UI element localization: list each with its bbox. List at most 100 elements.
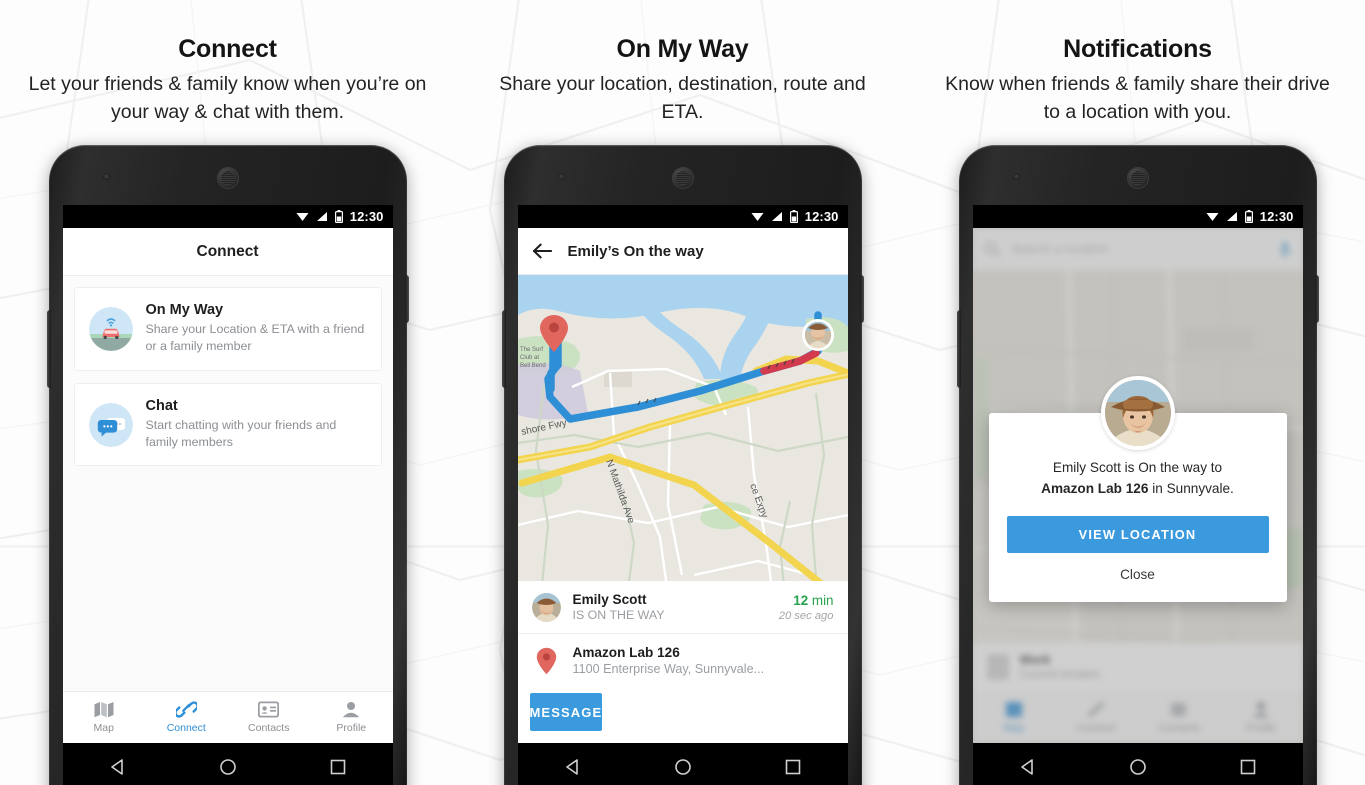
tab-label: Profile: [336, 722, 367, 734]
list-item-title: On My Way: [145, 302, 224, 318]
contact-card-icon: [258, 701, 280, 718]
close-button[interactable]: Close: [1007, 567, 1269, 582]
caption-connect: Connect Let your friends & family know w…: [0, 34, 455, 127]
android-nav-bar: [62, 743, 393, 785]
tab-label: Contacts: [248, 722, 290, 734]
panel-heading: On My Way: [616, 35, 749, 63]
person-row[interactable]: Emily Scott IS ON THE WAY 12 min 20 sec …: [518, 581, 848, 633]
person-icon: [343, 702, 360, 718]
wifi-icon: [296, 213, 309, 221]
tab-label: Map: [93, 722, 114, 734]
recents-square-icon[interactable]: [1239, 758, 1257, 776]
signal-icon: [771, 212, 782, 221]
status-bar: 12:30: [62, 205, 393, 228]
destination-row[interactable]: Amazon Lab 126 1100 Enterprise Way, Sunn…: [517, 633, 848, 687]
volume-button[interactable]: [46, 310, 51, 388]
driver-avatar-marker: [801, 319, 834, 351]
tab-label: Connect: [166, 722, 206, 734]
status-bar: 12:30: [972, 205, 1303, 228]
signal-icon: [316, 212, 327, 221]
volume-button[interactable]: [501, 310, 506, 388]
back-triangle-icon[interactable]: [1019, 758, 1037, 776]
home-circle-icon[interactable]: [674, 758, 692, 776]
arrow-left-icon[interactable]: [532, 243, 552, 259]
home-circle-icon[interactable]: [1129, 758, 1147, 776]
map-icon: [94, 702, 114, 718]
eta-updated: 20 sec ago: [778, 609, 834, 622]
panel-subheading: Know when friends & family share their d…: [945, 73, 1330, 123]
bottom-sheet: Emily Scott IS ON THE WAY 12 min 20 sec …: [517, 581, 848, 743]
list-item-text: On My Way Share your Location & ETA with…: [146, 302, 367, 356]
volume-button[interactable]: [956, 310, 961, 388]
destination-info: Amazon Lab 126 1100 Enterprise Way, Sunn…: [573, 645, 834, 676]
connect-app: Connect On My Way Share your Location & …: [62, 228, 393, 743]
person-name: Emily Scott: [572, 592, 647, 607]
eta-unit: min: [811, 592, 834, 608]
screenshot-root: Connect Let your friends & family know w…: [0, 0, 1365, 785]
caption-notifications: Notifications Know when friends & family…: [910, 34, 1365, 127]
power-button[interactable]: [1314, 275, 1319, 323]
front-camera-icon: [102, 173, 110, 180]
tab-connect[interactable]: Connect: [145, 692, 228, 743]
wifi-icon: [1206, 213, 1219, 221]
person-status: IS ON THE WAY: [572, 608, 665, 622]
status-bar: 12:30: [517, 205, 848, 228]
route-map[interactable]: shore Fwy N Mathilda Ave ce Expy The Sur…: [517, 275, 848, 581]
app-bar-title: Connect: [196, 242, 259, 260]
avatar: [1100, 376, 1175, 450]
phone-mockup-3: 12:30 Search a location Work Current loc…: [956, 145, 1319, 785]
panel-connect: Connect Let your friends & family know w…: [0, 0, 455, 785]
android-nav-bar: [517, 743, 848, 785]
chat-bubbles-icon: [88, 402, 133, 447]
android-nav-bar: [972, 743, 1303, 785]
recents-square-icon[interactable]: [329, 758, 347, 776]
svg-text:Club at: Club at: [520, 355, 539, 361]
earpiece-speaker-icon: [1126, 167, 1149, 189]
back-triangle-icon[interactable]: [109, 758, 127, 776]
home-circle-icon[interactable]: [219, 758, 237, 776]
battery-icon: [1244, 210, 1253, 223]
notification-app: Search a location Work Current location: [972, 228, 1303, 743]
caption-on-my-way: On My Way Share your location, destinati…: [455, 34, 910, 127]
connect-list: On My Way Share your Location & ETA with…: [62, 276, 393, 691]
dialog-message-part1: Emily Scott is On the way to: [1052, 460, 1223, 475]
message-button[interactable]: MESSAGE: [529, 693, 603, 731]
on-my-way-app: Emily’s On the way shore Fwy N Mathilda …: [517, 228, 848, 743]
status-bar-time: 12:30: [349, 209, 384, 224]
tab-map[interactable]: Map: [63, 692, 146, 743]
panel-subheading: Let your friends & family know when you’…: [28, 73, 427, 123]
svg-text:Bell Bend: Bell Bend: [520, 363, 546, 369]
list-item-description: Share your Location & ETA with a friend …: [145, 322, 365, 354]
phone-screen-3: 12:30 Search a location Work Current loc…: [972, 205, 1303, 743]
phone-mockup-1: 12:30 Connect On My Way Share your Locat…: [46, 145, 409, 785]
destination-name: Amazon Lab 126: [572, 645, 680, 660]
power-button[interactable]: [859, 275, 864, 323]
panel-notifications: Notifications Know when friends & family…: [910, 0, 1365, 785]
phone-screen-1: 12:30 Connect On My Way Share your Locat…: [62, 205, 393, 743]
app-bar: Connect: [62, 228, 393, 276]
eta-value: 12: [793, 592, 809, 608]
list-item-title: Chat: [145, 397, 178, 414]
list-item-description: Start chatting with your friends and fam…: [145, 417, 337, 450]
view-location-button[interactable]: VIEW LOCATION: [1006, 516, 1269, 554]
status-bar-time: 12:30: [1259, 209, 1294, 224]
destination-address: 1100 Enterprise Way, Sunnyvale...: [572, 662, 765, 676]
svg-text:The Surf: The Surf: [520, 347, 543, 353]
tab-contacts[interactable]: Contacts: [228, 692, 311, 743]
wifi-icon: [751, 213, 764, 221]
front-camera-icon: [557, 173, 565, 180]
recents-square-icon[interactable]: [784, 758, 802, 776]
tab-profile[interactable]: Profile: [310, 692, 393, 743]
earpiece-speaker-icon: [216, 167, 239, 189]
notification-dialog: Emily Scott is On the way to Amazon Lab …: [988, 376, 1287, 603]
list-item[interactable]: Chat Start chatting with your friends an…: [73, 382, 382, 467]
car-broadcast-icon: [88, 306, 133, 351]
power-button[interactable]: [404, 275, 409, 323]
eta-block: 12 min 20 sec ago: [779, 593, 834, 622]
panel-heading: Connect: [178, 35, 277, 63]
panel-heading: Notifications: [1063, 35, 1212, 63]
back-triangle-icon[interactable]: [564, 758, 582, 776]
list-item[interactable]: On My Way Share your Location & ETA with…: [73, 287, 382, 371]
dialog-message-part2: in Sunnyvale.: [1148, 481, 1234, 497]
list-item-text: Chat Start chatting with your friends an…: [146, 398, 367, 452]
